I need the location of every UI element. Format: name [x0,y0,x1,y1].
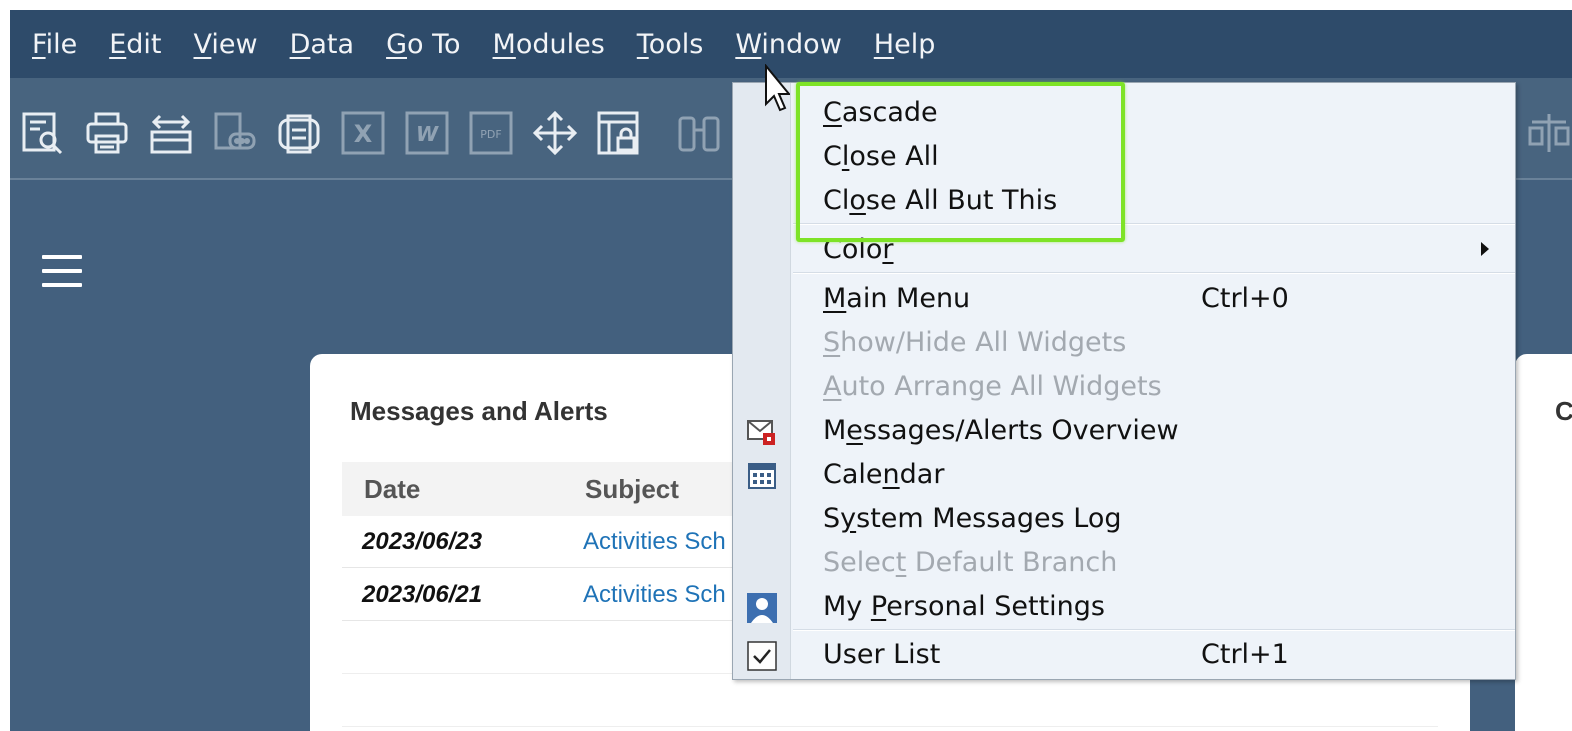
calendar-icon [745,459,779,493]
submenu-arrow-icon [1481,242,1489,256]
widget-title: Messages and Alerts [350,396,608,426]
highlight-box [796,82,1125,242]
menu-file[interactable]: File [32,29,77,60]
comment-icon[interactable] [212,110,258,156]
menu-item-calendar[interactable]: Calendar [823,453,1503,497]
print-icon[interactable] [84,110,130,156]
row-subject-link[interactable]: Activities Sch [583,528,726,556]
application-window: File Edit View Data Go To Modules Tools … [10,10,1572,731]
print-preview-icon[interactable] [20,110,66,156]
menu-edit[interactable]: Edit [109,29,161,60]
checkbox-checked-icon [745,639,779,673]
excel-icon[interactable]: X [340,110,386,156]
menu-shortcut: Ctrl+1 [1201,639,1289,670]
second-widget-title: C [1555,396,1572,426]
pdf-icon[interactable]: PDF [468,110,514,156]
svg-text:X: X [354,120,373,148]
menu-item-select-default-branch: Select Default Branch [823,547,1118,578]
word-icon[interactable]: W [404,110,450,156]
menu-item-messages-alerts-overview[interactable]: Messages/Alerts Overview [823,409,1503,453]
balance-icon[interactable] [1526,110,1572,156]
menu-item-system-messages-log[interactable]: System Messages Log [823,497,1503,541]
mail-alert-icon [745,415,779,449]
mouse-cursor-icon [764,63,792,138]
menu-modules[interactable]: Modules [493,29,605,60]
menu-separator [793,629,1515,631]
move-icon[interactable] [532,110,578,156]
column-header-date[interactable]: Date [364,474,420,505]
row-date: 2023/06/21 [362,581,483,608]
menu-bar: File Edit View Data Go To Modules Tools … [10,10,1572,78]
menu-view[interactable]: View [194,29,258,60]
menu-shortcut: Ctrl+0 [1201,283,1289,314]
transfer-icon[interactable] [148,110,194,156]
binoculars-icon[interactable] [676,110,722,156]
menu-separator [793,272,1515,274]
menu-item-auto-arrange-widgets: Auto Arrange All Widgets [823,371,1162,402]
menu-icon-gutter [733,83,791,679]
menu-item-show-hide-widgets: Show/Hide All Widgets [823,327,1127,358]
menu-item-my-personal-settings[interactable]: My Personal Settings [823,585,1503,629]
svg-text:PDF: PDF [480,128,501,141]
menu-help[interactable]: Help [874,29,936,60]
menu-tools[interactable]: Tools [637,29,704,60]
menu-window[interactable]: Window [735,29,841,60]
row-subject-link[interactable]: Activities Sch [583,581,726,609]
menu-data[interactable]: Data [290,29,354,60]
second-widget: C [1515,354,1572,731]
svg-text:W: W [416,122,439,146]
menu-go-to[interactable]: Go To [386,29,460,60]
lock-layout-icon[interactable] [596,110,642,156]
hamburger-menu-icon[interactable] [42,255,82,289]
user-settings-icon [745,591,779,625]
menu-item-user-list[interactable]: User List Ctrl+1 [823,633,1503,677]
table-row-empty [342,675,1438,727]
menu-item-main-menu[interactable]: Main Menu Ctrl+0 [823,277,1503,321]
row-date: 2023/06/23 [362,528,483,555]
column-header-subject[interactable]: Subject [585,474,679,505]
copy-icon[interactable] [276,110,322,156]
